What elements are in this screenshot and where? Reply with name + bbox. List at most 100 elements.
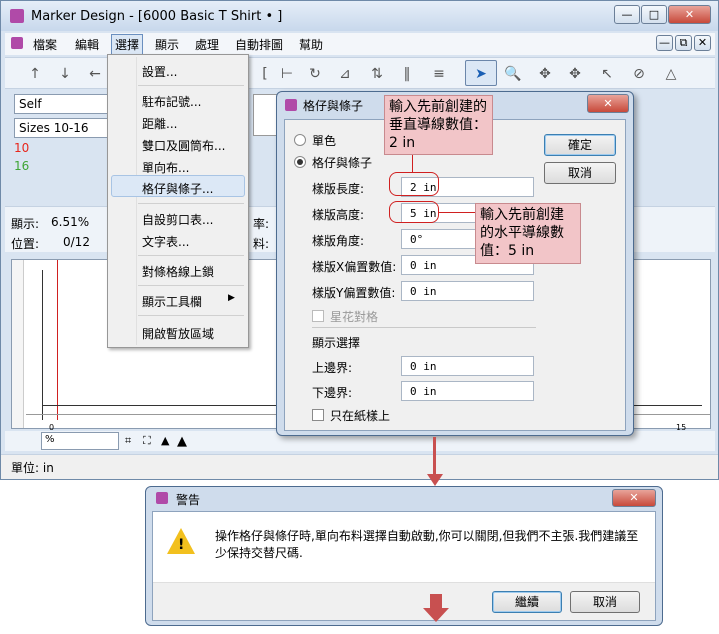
dialog-close-button[interactable]: ✕ — [587, 94, 629, 113]
menu-gutter — [136, 57, 137, 345]
size-list-item[interactable]: 10 — [14, 141, 29, 155]
mountain-large-icon[interactable]: ▲ — [177, 434, 187, 449]
vertical-lines-icon[interactable]: ‖ — [397, 64, 417, 84]
horizontal-guide-callout: 輸入先前創建的水平導線數值：5 in — [475, 203, 581, 264]
space-tool-icon[interactable]: ⇅ — [367, 64, 387, 84]
only-on-marker-checkbox[interactable] — [312, 409, 324, 421]
cancel-button[interactable]: 取消 — [544, 162, 616, 184]
fit-icon[interactable]: ⌗ — [125, 434, 131, 448]
warning-footer: 繼續 取消 — [153, 582, 655, 620]
no-rotate-icon[interactable]: ⊘ — [629, 64, 649, 84]
menu-item-dock-marks[interactable]: 駐布記號... — [142, 93, 201, 110]
warning-message: 操作格仔與條仔時,單向布料選擇自動啟動,你可以關閉,但我們不主張.我們建議至少保… — [215, 529, 639, 560]
radio-solid[interactable] — [294, 134, 306, 146]
warning-dialog: 警告 ✕ ! 操作格仔與條仔時,單向布料選擇自動啟動,你可以關閉,但我們不主張.… — [145, 486, 663, 626]
warning-body: ! 操作格仔與條仔時,單向布料選擇自動啟動,你可以關閉,但我們不主張.我們建議至… — [152, 511, 656, 621]
menu-separator — [138, 285, 244, 286]
menu-auto-marker[interactable]: 自動排圖 — [235, 36, 283, 53]
radio-stripes[interactable] — [294, 156, 306, 168]
top-border-label: 上邊界: — [312, 361, 353, 375]
move-all-icon[interactable]: ✥ — [535, 64, 555, 84]
only-on-marker-label: 只在紙樣上 — [330, 409, 391, 423]
menu-separator — [138, 203, 244, 204]
y-offset-field[interactable]: 0 in — [401, 281, 534, 301]
warning-cancel-button[interactable]: 取消 — [570, 591, 640, 613]
horizontal-lines-icon[interactable]: ≡ — [429, 64, 449, 84]
material-label: 料: — [253, 237, 270, 251]
model-combo[interactable]: Self — [14, 94, 110, 114]
vertical-guide-callout: 輸入先前創建的垂直導線數值：2 in — [384, 95, 493, 155]
display-value: 6.51% — [51, 215, 90, 229]
menu-item-tubular-fabric[interactable]: 雙口及圓筒布... — [142, 137, 225, 154]
zoom-icon[interactable]: 🔍 — [503, 64, 523, 84]
continue-button[interactable]: 繼續 — [492, 591, 562, 613]
top-border-field[interactable]: 0 in — [401, 356, 534, 376]
move-piece-icon[interactable]: ✥ — [565, 64, 585, 84]
submenu-arrow-icon: ▶ — [228, 293, 235, 303]
flow-arrow-shaft — [433, 437, 436, 477]
star-align-checkbox[interactable] — [312, 310, 324, 322]
select-dropdown-menu: 設置... 駐布記號... 距離... 雙口及圓筒布... 單向布... 格仔與… — [107, 54, 249, 348]
menu-item-custom-notch[interactable]: 自設剪口表... — [142, 211, 213, 228]
menu-item-open-buffer[interactable]: 開啟暫放區域 — [142, 325, 214, 342]
menu-file[interactable]: 檔案 — [33, 36, 57, 53]
menu-select[interactable]: 選擇 — [111, 34, 144, 55]
select-arrow-icon[interactable]: ↖ — [597, 64, 617, 84]
child-minimize-button[interactable]: — — [656, 35, 673, 51]
field-label: 樣版X偏置數值: — [312, 260, 397, 274]
menu-item-one-way-fabric[interactable]: 單向布... — [142, 159, 189, 176]
child-close-button[interactable]: ✕ — [694, 35, 711, 51]
warning-app-icon — [156, 492, 168, 504]
menu-item-plaids-stripes[interactable]: 格仔與條子... — [142, 180, 213, 197]
maximize-button[interactable]: □ — [641, 5, 667, 24]
menu-item-lock-stripe-lines[interactable]: 對條格線上鎖 — [142, 263, 214, 280]
radio-solid-label: 單色 — [312, 134, 337, 148]
display-label: 顯示: — [11, 217, 40, 231]
status-bar — [1, 454, 718, 479]
menu-edit[interactable]: 編輯 — [75, 36, 99, 53]
zoom-fit-icon[interactable]: ⛶ — [143, 434, 151, 448]
marker-left-edge — [42, 270, 43, 420]
height-highlight — [389, 201, 439, 223]
align-tool-icon[interactable]: ⊢ — [277, 64, 297, 84]
radio-dot — [297, 159, 303, 165]
menu-help[interactable]: 幫助 — [299, 36, 323, 53]
rotate-tool-icon[interactable]: ↻ — [305, 64, 325, 84]
child-restore-button[interactable]: ⧉ — [675, 35, 692, 51]
menu-item-show-toolbar[interactable]: 顯示工具欄 — [142, 293, 202, 310]
menu-process[interactable]: 處理 — [195, 36, 219, 53]
bottom-border-field[interactable]: 0 in — [401, 381, 534, 401]
warning-close-button[interactable]: ✕ — [612, 489, 656, 507]
menu-item-text-table[interactable]: 文字表... — [142, 233, 189, 250]
dialog-title: 格仔與條子 — [303, 99, 364, 113]
size-list-item[interactable]: 16 — [14, 159, 29, 173]
move-left-icon[interactable]: ← — [85, 64, 105, 84]
menu-separator — [138, 85, 244, 86]
app-icon — [10, 9, 24, 23]
position-label: 位置: — [11, 237, 40, 251]
field-label: 樣版高度: — [312, 208, 365, 222]
menu-item-setup[interactable]: 設置... — [142, 63, 177, 80]
vertical-ruler — [12, 260, 24, 428]
vertical-guide-line — [57, 260, 58, 420]
callout-connector — [439, 212, 475, 213]
mountain-small-icon[interactable]: ▲ — [161, 434, 169, 447]
field-label: 樣版Y偏置數值: — [312, 286, 396, 300]
move-up-icon[interactable]: ↑ — [25, 64, 45, 84]
bracket-tool-icon[interactable]: [ — [255, 64, 275, 84]
flip-tool-icon[interactable]: ⊿ — [335, 64, 355, 84]
menu-item-distance[interactable]: 距離... — [142, 115, 177, 132]
radio-stripes-label: 格仔與條子 — [312, 156, 373, 170]
close-button[interactable]: ✕ — [668, 5, 711, 24]
exclamation-icon: ! — [178, 537, 185, 553]
piece-measure-icon[interactable]: △ — [661, 64, 681, 84]
bottom-border-label: 下邊界: — [312, 386, 353, 400]
zoom-unit-select[interactable]: % — [41, 432, 119, 450]
size-combo[interactable]: Sizes 10-16 — [14, 118, 110, 138]
menu-view[interactable]: 顯示 — [155, 36, 179, 53]
minimize-button[interactable]: — — [614, 5, 640, 24]
ok-button[interactable]: 確定 — [544, 134, 616, 156]
pointer-icon[interactable]: ➤ — [471, 64, 491, 84]
field-label: 樣版長度: — [312, 182, 365, 196]
move-down-icon[interactable]: ↓ — [55, 64, 75, 84]
